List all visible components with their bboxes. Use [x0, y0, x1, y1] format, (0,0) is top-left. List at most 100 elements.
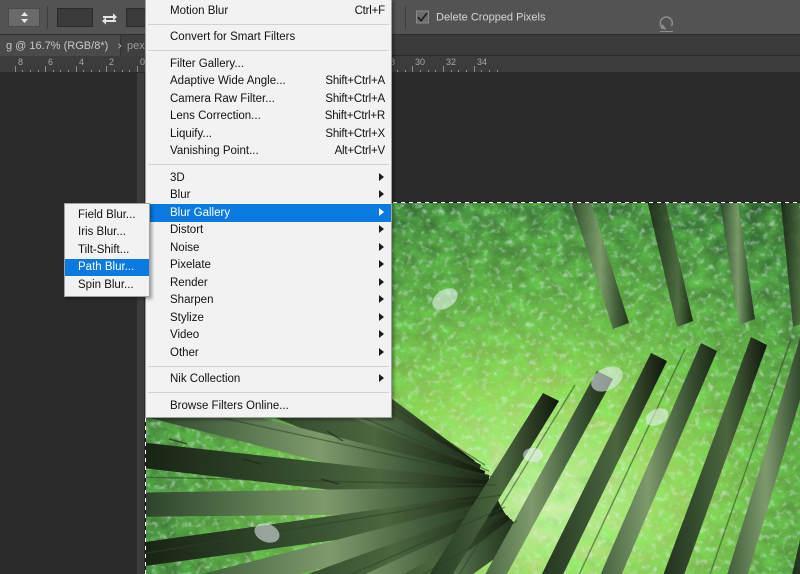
menu-item-camera-raw-filter[interactable]: Camera Raw Filter...Shift+Ctrl+A [146, 90, 391, 108]
menu-item-adaptive-wide-angle[interactable]: Adaptive Wide Angle... Shift+Ctrl+A [146, 73, 391, 91]
menu-item-shortcut: Ctrl+F [355, 5, 385, 17]
menu-item-label: Nik Collection [170, 373, 385, 385]
menu-item-label: Noise [170, 242, 385, 254]
reset-arrow-icon [655, 12, 677, 34]
menu-item-tilt-shift[interactable]: Tilt-Shift... [65, 241, 149, 259]
blur-gallery-submenu[interactable]: Field Blur... Iris Blur... Tilt-Shift... Pa… [64, 203, 150, 297]
menu-item-video[interactable]: Video [146, 327, 391, 345]
ruler-major-tick [443, 66, 444, 73]
menu-item-iris-blur[interactable]: Iris Blur... [65, 224, 149, 242]
menu-item-label: Convert for Smart Filters [170, 31, 385, 43]
menu-item-noise[interactable]: Noise [146, 239, 391, 257]
menu-item-pixelate[interactable]: Pixelate [146, 257, 391, 275]
submenu-arrow-icon [379, 207, 384, 219]
menu-item-label: Adaptive Wide Angle... [170, 75, 305, 87]
menu-item-distort[interactable]: Distort [146, 222, 391, 240]
menu-item-shortcut: Alt+Ctrl+V [335, 145, 385, 157]
submenu-arrow-icon [379, 312, 384, 324]
submenu-arrow-icon [379, 172, 384, 184]
options-divider-2 [405, 6, 406, 29]
submenu-arrow-icon [379, 373, 384, 385]
menu-item-blur[interactable]: Blur [146, 187, 391, 205]
menu-item-shortcut: Shift+Ctrl+R [325, 110, 385, 122]
menu-item-label: Filter Gallery... [170, 58, 385, 70]
menu-item-3d[interactable]: 3D [146, 169, 391, 187]
menu-item-render[interactable]: Render [146, 274, 391, 292]
menu-separator [148, 50, 389, 51]
menu-item-nik-collection[interactable]: Nik Collection [146, 371, 391, 389]
ruler-major-tick [474, 66, 475, 73]
menu-item-label: Stylize [170, 312, 385, 324]
ruler-label: 8 [18, 58, 23, 67]
swap-width-height-button[interactable] [99, 10, 119, 27]
menu-item-liquify[interactable]: Liquify... Shift+Ctrl+X [146, 125, 391, 143]
menu-item-other[interactable]: Other [146, 344, 391, 362]
options-bar: Delete Cropped Pixels [0, 0, 800, 35]
menu-item-shortcut: Shift+Ctrl+A [325, 75, 385, 87]
checkmark-icon [417, 12, 428, 22]
menu-separator [148, 24, 389, 25]
ruler-major-tick [15, 66, 16, 73]
menu-item-label: Browse Filters Online... [170, 400, 385, 412]
submenu-arrow-icon [379, 242, 384, 254]
menu-item-filter-gallery[interactable]: Filter Gallery... [146, 55, 391, 73]
tool-preset-stepper[interactable] [8, 8, 40, 27]
menu-item-label: Iris Blur... [78, 226, 143, 238]
photoshop-window: Delete Cropped Pixels g @ 16.7% (RGB/8*)… [0, 0, 800, 574]
reset-tool-button[interactable] [655, 12, 677, 34]
menu-item-field-blur[interactable]: Field Blur... [65, 206, 149, 224]
menu-item-browse-filters-online[interactable]: Browse Filters Online... [146, 397, 391, 415]
menu-item-label: Render [170, 277, 385, 289]
submenu-arrow-icon [379, 224, 384, 236]
ruler-major-tick [137, 66, 138, 73]
checkbox-box[interactable] [416, 11, 429, 24]
menu-item-label: Other [170, 347, 385, 359]
menu-item-label: Path Blur... [78, 261, 143, 273]
menu-item-label: Spin Blur... [78, 279, 143, 291]
ruler-label: 32 [446, 58, 456, 67]
delete-cropped-pixels-checkbox[interactable]: Delete Cropped Pixels [416, 11, 545, 24]
canvas-area[interactable] [0, 73, 800, 574]
menu-item-label: Vanishing Point... [170, 145, 315, 157]
menu-item-sharpen[interactable]: Sharpen [146, 292, 391, 310]
menu-separator [148, 366, 389, 367]
menu-item-spin-blur[interactable]: Spin Blur... [65, 276, 149, 294]
menu-item-label: Tilt-Shift... [78, 244, 143, 256]
ruler-major-tick [45, 66, 46, 73]
options-divider-1 [47, 6, 48, 29]
menu-item-stylize[interactable]: Stylize [146, 309, 391, 327]
swap-arrows-icon [101, 11, 118, 26]
menu-item-convert-for-smart-filters[interactable]: Convert for Smart Filters [146, 29, 391, 47]
document-tab-bar: g @ 16.7% (RGB/8*) × pex [0, 35, 800, 56]
menu-item-vanishing-point[interactable]: Vanishing Point... Alt+Ctrl+V [146, 143, 391, 161]
ruler-label: 34 [477, 58, 487, 67]
submenu-arrow-icon [379, 329, 384, 341]
delete-cropped-pixels-label: Delete Cropped Pixels [436, 11, 545, 23]
vertical-ruler[interactable] [137, 73, 145, 574]
menu-item-label: Lens Correction... [170, 110, 305, 122]
menu-item-label: Field Blur... [78, 209, 143, 221]
menu-item-label: Liquify... [170, 128, 305, 140]
crop-width-field[interactable] [57, 8, 93, 27]
menu-item-shortcut: Shift+Ctrl+A [325, 93, 385, 105]
menu-item-label: Sharpen [170, 294, 385, 306]
horizontal-ruler[interactable]: 864201416182022242628303234 [0, 56, 800, 73]
ruler-major-tick [412, 66, 413, 73]
ruler-label: 4 [79, 58, 84, 67]
submenu-arrow-icon [379, 347, 384, 359]
tab-title: pex [127, 40, 145, 52]
ruler-label: 30 [415, 58, 425, 67]
menu-item-shortcut: Shift+Ctrl+X [325, 128, 385, 140]
ruler-label: 2 [109, 58, 114, 67]
menu-item-blur-gallery[interactable]: Blur Gallery [146, 204, 391, 222]
stepper-arrows-icon [20, 11, 29, 24]
menu-item-motion-blur[interactable]: Motion BlurCtrl+F [146, 2, 391, 20]
menu-item-lens-correction[interactable]: Lens Correction... Shift+Ctrl+R [146, 108, 391, 126]
menu-separator [148, 164, 389, 165]
menu-item-path-blur[interactable]: Path Blur... [65, 259, 149, 277]
menu-item-label: 3D [170, 172, 385, 184]
menu-item-label: Blur [170, 189, 385, 201]
menu-item-label: Distort [170, 224, 385, 236]
filter-menu[interactable]: Motion BlurCtrl+F Convert for Smart Filte… [145, 0, 392, 418]
document-tab-active[interactable]: g @ 16.7% (RGB/8*) × [0, 35, 121, 56]
